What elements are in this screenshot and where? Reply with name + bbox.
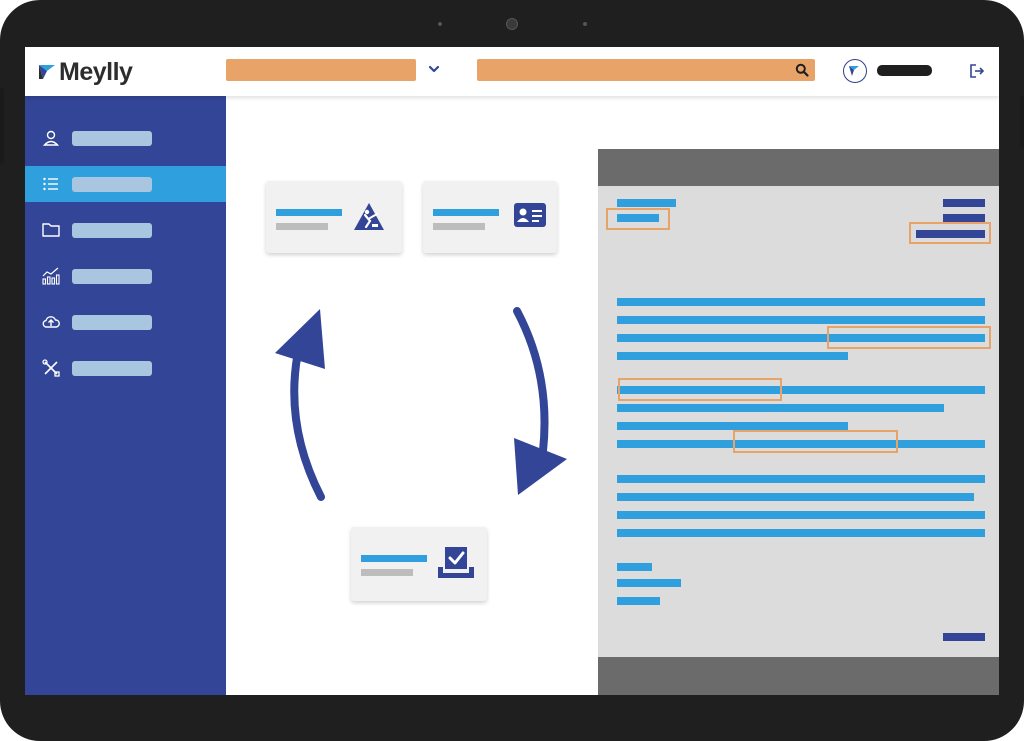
id-card-icon <box>514 203 546 227</box>
doc-text-line <box>617 316 985 324</box>
extraction-highlight[interactable] <box>733 430 898 453</box>
extraction-highlight[interactable] <box>827 326 991 349</box>
tablet-frame: Meylly <box>0 0 1024 741</box>
doc-text-line <box>617 529 985 537</box>
extraction-highlight[interactable] <box>618 378 782 401</box>
sidebar-item-profile[interactable] <box>25 120 226 156</box>
cloud-upload-icon <box>42 316 60 328</box>
user-icon <box>42 130 60 146</box>
card-subtitle-bar <box>361 569 413 576</box>
sidebar-item-list[interactable] <box>25 166 226 202</box>
doc-text-line <box>617 475 985 483</box>
avatar[interactable] <box>843 59 867 83</box>
rotate-arrow-right-icon <box>513 307 567 495</box>
sidebar-item-folders[interactable] <box>25 212 226 248</box>
logo-mark-icon <box>39 65 55 79</box>
sidebar-item-tools[interactable] <box>25 350 226 386</box>
doc-text-line <box>943 199 985 207</box>
card-title-bar <box>361 555 427 562</box>
app-name: Meylly <box>59 57 133 86</box>
doc-text-line <box>617 493 974 501</box>
extraction-highlight[interactable] <box>606 208 670 230</box>
avatar-logo-icon <box>849 66 859 76</box>
sidebar-item-label <box>72 269 152 284</box>
tools-icon <box>42 359 60 377</box>
rotate-arrow-left-icon <box>275 309 325 501</box>
doc-text-line <box>617 597 660 605</box>
side-button-right <box>1020 96 1024 148</box>
doc-text-line <box>617 298 985 306</box>
sidebar-item-label <box>72 131 152 146</box>
document-preview <box>598 149 999 695</box>
card-title-bar <box>433 209 499 216</box>
sidebar-item-label <box>72 361 152 376</box>
sidebar-item-label <box>72 177 152 192</box>
search-icon[interactable] <box>795 63 809 77</box>
username <box>877 65 932 76</box>
sidebar-item-label <box>72 315 152 330</box>
side-button-left <box>0 88 4 164</box>
sidebar-item-upload[interactable] <box>25 304 226 340</box>
doc-text-line <box>617 579 681 587</box>
header-bar: Meylly <box>25 47 999 96</box>
camera-icon <box>506 18 518 30</box>
folder-icon <box>42 223 60 237</box>
doc-text-line <box>943 214 985 222</box>
logo: Meylly <box>39 57 133 87</box>
workflow-card-identity[interactable] <box>423 181 557 253</box>
workflow-card-construction[interactable] <box>266 181 402 253</box>
doc-text-line <box>617 563 652 571</box>
doc-text-line <box>617 511 985 519</box>
context-select[interactable] <box>226 59 416 81</box>
sensor-dot <box>583 22 587 26</box>
sidebar <box>25 96 226 695</box>
logout-icon[interactable] <box>967 61 987 81</box>
card-title-bar <box>276 209 342 216</box>
chevron-down-icon[interactable] <box>427 62 441 76</box>
sidebar-item-label <box>72 223 152 238</box>
sensor-dot <box>438 22 442 26</box>
card-subtitle-bar <box>276 223 328 230</box>
doc-text-line <box>617 199 676 207</box>
doc-text-line <box>617 404 944 412</box>
document-page <box>598 186 999 657</box>
workflow-card-approved[interactable] <box>351 527 487 601</box>
app-screen: Meylly <box>25 47 999 695</box>
list-icon <box>43 177 58 191</box>
approved-tray-icon <box>438 547 474 578</box>
doc-text-line <box>617 352 848 360</box>
search-input[interactable] <box>477 59 815 81</box>
chart-icon <box>42 267 60 285</box>
extraction-highlight[interactable] <box>909 222 991 244</box>
doc-text-line <box>943 633 985 641</box>
doc-text-line <box>617 422 848 430</box>
construction-icon <box>354 203 384 230</box>
card-subtitle-bar <box>433 223 485 230</box>
sidebar-item-statistics[interactable] <box>25 258 226 294</box>
